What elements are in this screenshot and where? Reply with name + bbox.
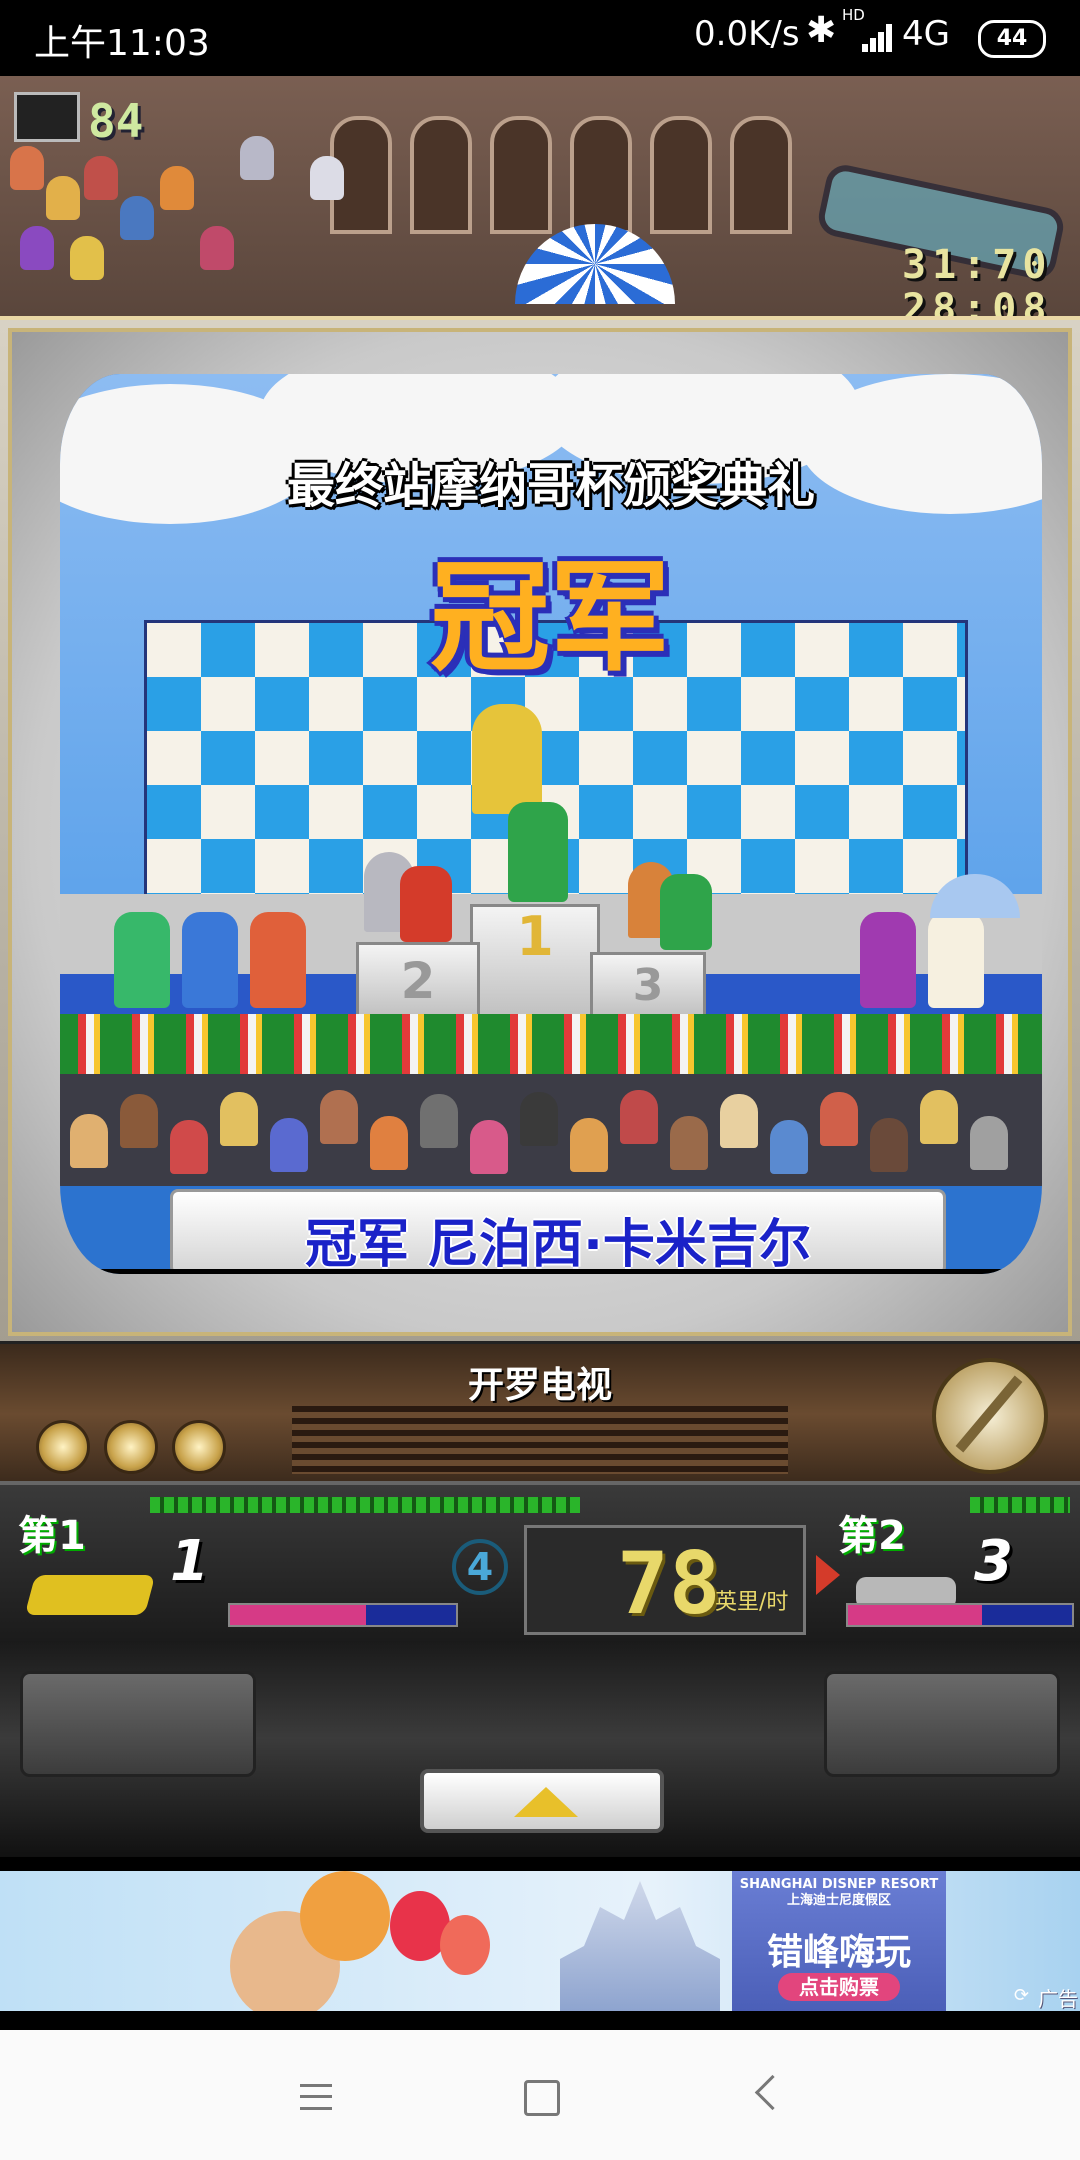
building-arch bbox=[570, 116, 632, 234]
trophy-icon bbox=[472, 704, 542, 814]
building-arch bbox=[410, 116, 472, 234]
speaker-grille bbox=[292, 1406, 788, 1474]
tv-screen: 最终站摩纳哥杯颁奖典礼 冠军 1 2 3 冠军 尼泊西·卡米吉尔 bbox=[60, 374, 1042, 1274]
score-counter: 84 bbox=[88, 94, 144, 148]
umbrella bbox=[515, 224, 675, 304]
player1-health-fill bbox=[230, 1605, 366, 1625]
ad-label: 广告 bbox=[1038, 1987, 1078, 2011]
screen-edge bbox=[60, 1269, 1042, 1274]
tv-set: 最终站摩纳哥杯颁奖典礼 冠军 1 2 3 冠军 尼泊西·卡米吉尔 bbox=[0, 316, 1080, 1345]
network-type: 4G bbox=[902, 14, 950, 54]
knob-button[interactable] bbox=[36, 1420, 90, 1474]
tv-control-panel: 开罗电视 bbox=[0, 1341, 1080, 1484]
winner-caption: 冠军 尼泊西·卡米吉尔 bbox=[305, 1215, 811, 1274]
race-progress-track bbox=[970, 1497, 1070, 1513]
ad-child-image bbox=[300, 1871, 390, 1961]
champion-banner: 冠军 bbox=[430, 549, 670, 688]
flower-row bbox=[60, 1014, 1042, 1074]
spectator bbox=[310, 156, 344, 200]
monitor-icon bbox=[14, 92, 80, 142]
ad-castle-image bbox=[560, 1881, 720, 2011]
spectator bbox=[20, 226, 54, 270]
control-deck bbox=[0, 1641, 1080, 1857]
grid-girl bbox=[250, 912, 306, 1008]
ad-balloon-image bbox=[440, 1915, 490, 1975]
menu-icon[interactable] bbox=[300, 2084, 332, 2110]
player2-rank: 第2 bbox=[838, 1513, 906, 1559]
spectator bbox=[46, 176, 80, 220]
ceremony-title: 最终站摩纳哥杯颁奖典礼 bbox=[286, 458, 815, 514]
building-arch bbox=[490, 116, 552, 234]
building-arch bbox=[730, 116, 792, 234]
spectator bbox=[240, 136, 274, 180]
home-icon[interactable] bbox=[524, 2080, 560, 2116]
up-arrow-icon bbox=[514, 1787, 578, 1817]
right-control-button[interactable] bbox=[824, 1671, 1060, 1777]
player1-number: 1 bbox=[170, 1529, 209, 1594]
second-driver bbox=[400, 866, 452, 942]
pointer-icon bbox=[816, 1555, 840, 1595]
building-arch bbox=[650, 116, 712, 234]
third-driver bbox=[660, 874, 712, 950]
grid-girl bbox=[860, 912, 916, 1008]
crowd bbox=[60, 1074, 1042, 1186]
knob-button[interactable] bbox=[104, 1420, 158, 1474]
podium-first: 1 bbox=[470, 904, 600, 1020]
race-hud: 第1 1 4 78 英里/时 第2 3 bbox=[0, 1481, 1080, 1645]
player2-number: 3 bbox=[974, 1529, 1013, 1594]
race-time-1: 31:70 bbox=[902, 242, 1053, 288]
ad-banner[interactable]: SHANGHAI DISNEP RESORT 上海迪士尼度假区 错峰嗨玩 点击购… bbox=[0, 1871, 1080, 2011]
player1-health-bar bbox=[228, 1603, 458, 1627]
ad-brand-logo: SHANGHAI DISNEP RESORT 上海迪士尼度假区 bbox=[739, 1877, 939, 1908]
ad-brand-panel: SHANGHAI DISNEP RESORT 上海迪士尼度假区 错峰嗨玩 点击购… bbox=[732, 1871, 946, 2011]
spectator bbox=[120, 196, 154, 240]
spectator bbox=[70, 236, 104, 280]
player2-health-bar bbox=[846, 1603, 1074, 1627]
lap-counter: 4 bbox=[452, 1539, 508, 1595]
signal-hd-label: HD bbox=[842, 6, 865, 24]
player1-rank: 第1 bbox=[18, 1513, 86, 1559]
podium-third: 3 bbox=[590, 952, 706, 1020]
race-time-2: 28:08 bbox=[902, 286, 1053, 316]
ad-buy-button[interactable]: 点击购票 bbox=[778, 1973, 900, 2001]
grid-girl bbox=[928, 912, 984, 1008]
podium-second: 2 bbox=[356, 942, 480, 1020]
up-button[interactable] bbox=[420, 1769, 664, 1833]
channel-name: 开罗电视 bbox=[467, 1365, 612, 1406]
left-control-button[interactable] bbox=[20, 1671, 256, 1777]
caption-plate: 冠军 尼泊西·卡米吉尔 bbox=[170, 1189, 946, 1274]
speedometer: 78 英里/时 bbox=[524, 1525, 806, 1635]
spectator bbox=[10, 146, 44, 190]
race-progress-track bbox=[150, 1497, 580, 1513]
tv-frame: 最终站摩纳哥杯颁奖典礼 冠军 1 2 3 冠军 尼泊西·卡米吉尔 bbox=[8, 328, 1072, 1336]
battery-icon: 44 bbox=[978, 20, 1046, 58]
speed-unit: 英里/时 bbox=[715, 1590, 789, 1615]
player1-kart bbox=[24, 1575, 156, 1615]
race-scene: 84 31:70 28:08 bbox=[0, 76, 1080, 316]
back-icon[interactable] bbox=[754, 2074, 791, 2111]
grid-girl bbox=[182, 912, 238, 1008]
grid-girl bbox=[114, 912, 170, 1008]
status-bar: 上午11:03 0.0K/s ✱ HD 4G 44 bbox=[0, 0, 1080, 76]
bluetooth-icon: ✱ bbox=[806, 10, 837, 51]
navigation-bar bbox=[0, 2030, 1080, 2160]
speed-value: 78 bbox=[617, 1534, 721, 1634]
network-speed: 0.0K/s bbox=[694, 14, 800, 54]
winner-driver bbox=[508, 802, 568, 902]
spectator bbox=[84, 156, 118, 200]
ad-slogan: 错峰嗨玩 bbox=[766, 1932, 911, 1973]
dial-icon[interactable] bbox=[932, 1358, 1048, 1474]
spectator bbox=[160, 166, 194, 210]
status-time: 上午11:03 bbox=[34, 23, 210, 64]
knob-button[interactable] bbox=[172, 1420, 226, 1474]
player2-health-fill bbox=[848, 1605, 983, 1625]
signal-icon bbox=[856, 22, 896, 52]
ad-refresh-icon: ⟳ bbox=[1014, 1985, 1030, 2006]
spectator bbox=[200, 226, 234, 270]
